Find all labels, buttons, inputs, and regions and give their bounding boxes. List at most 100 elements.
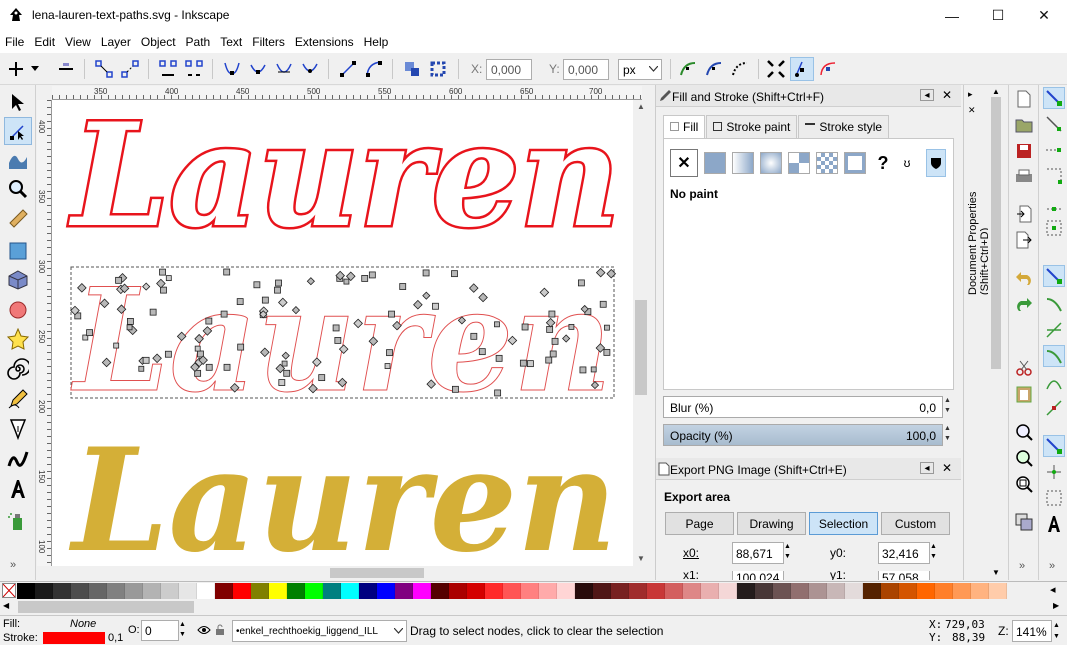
path-node[interactable]	[527, 360, 534, 368]
calligraphy-tool[interactable]	[4, 445, 32, 473]
palette-swatch[interactable]	[377, 583, 395, 599]
save-button[interactable]	[1013, 140, 1035, 162]
snap-smooth-nodes-button[interactable]	[1043, 371, 1065, 393]
zoom-drawing-button[interactable]	[1013, 447, 1035, 469]
palette-swatch[interactable]	[953, 583, 971, 599]
palette-swatch[interactable]	[881, 583, 899, 599]
path-node[interactable]	[142, 356, 150, 364]
palette-swatch[interactable]	[935, 583, 953, 599]
object-opacity-spin[interactable]: ▲ ▼	[179, 620, 188, 641]
path-node[interactable]	[603, 348, 611, 356]
delete-node-button[interactable]	[54, 57, 78, 81]
path-node[interactable]	[205, 363, 213, 371]
palette-swatch[interactable]	[539, 583, 557, 599]
path-node[interactable]	[332, 324, 340, 332]
panel-close-icon[interactable]: ✕	[942, 461, 952, 475]
palette-swatch[interactable]	[593, 583, 611, 599]
palette-swatch[interactable]	[251, 583, 269, 599]
palette-swatch[interactable]	[269, 583, 287, 599]
path-node[interactable]	[237, 343, 245, 351]
snap-nodes-button[interactable]	[1043, 265, 1065, 287]
snap-paths-button[interactable]	[1043, 293, 1065, 315]
path-node[interactable]	[223, 268, 231, 276]
maximize-button[interactable]: ☐	[975, 0, 1021, 31]
snap-intersections-button[interactable]	[1043, 319, 1065, 341]
menu-file[interactable]: File	[0, 31, 29, 53]
flat-color-button[interactable]	[704, 152, 726, 174]
path-node[interactable]	[275, 279, 282, 287]
palette-swatch[interactable]	[665, 583, 683, 599]
path-node[interactable]	[159, 268, 166, 276]
radial-gradient-button[interactable]	[760, 152, 782, 174]
path-node[interactable]	[126, 324, 133, 331]
menu-text[interactable]: Text	[215, 31, 247, 53]
snap-bbox-midpoints-button[interactable]	[1043, 191, 1065, 213]
menu-filters[interactable]: Filters	[247, 31, 290, 53]
show-mask-button[interactable]	[702, 57, 726, 81]
snap-text-baseline-button[interactable]	[1043, 513, 1065, 535]
path-node[interactable]	[343, 278, 350, 285]
path-node[interactable]	[86, 329, 93, 337]
show-handles-button[interactable]	[790, 57, 814, 81]
path-node[interactable]	[368, 271, 376, 279]
zoom-tool[interactable]	[4, 175, 32, 203]
palette-swatch[interactable]	[143, 583, 161, 599]
opacity-spin[interactable]: ▲ ▼	[944, 424, 954, 446]
snap-bbox-button[interactable]	[1043, 113, 1065, 135]
palette-scrollbar[interactable]: ◀ ▶	[0, 599, 1067, 615]
path-node[interactable]	[604, 324, 610, 331]
palette-swatch[interactable]	[755, 583, 773, 599]
unit-select[interactable]: px	[618, 59, 662, 80]
path-node[interactable]	[334, 337, 342, 344]
opacity-slider[interactable]: Opacity (%) 100,0	[663, 424, 943, 446]
palette-swatch[interactable]	[467, 583, 485, 599]
export-page-button[interactable]: Page	[665, 512, 734, 535]
segment-curve-button[interactable]	[362, 57, 386, 81]
spray-tool[interactable]	[4, 507, 32, 535]
show-path-effects-button[interactable]	[728, 57, 752, 81]
path-node[interactable]	[388, 310, 395, 318]
x1-input[interactable]: 100,024	[732, 571, 784, 580]
palette-swatch[interactable]	[611, 583, 629, 599]
path-node[interactable]	[236, 298, 244, 306]
palette-swatch[interactable]	[503, 583, 521, 599]
snap-cusp-nodes-button[interactable]	[1043, 345, 1065, 367]
star-tool[interactable]	[4, 325, 32, 353]
palette-swatch[interactable]	[35, 583, 53, 599]
palette-swatch[interactable]	[809, 583, 827, 599]
pen-tool[interactable]	[4, 415, 32, 443]
palette-swatch[interactable]	[557, 583, 575, 599]
measure-tool[interactable]	[4, 204, 32, 232]
menu-extensions[interactable]: Extensions	[290, 31, 359, 53]
export-selection-button[interactable]: Selection	[809, 512, 878, 535]
dock-scrollbar[interactable]: ▲ ▼	[988, 85, 1004, 580]
palette-swatch[interactable]	[629, 583, 647, 599]
snap-bbox-centers-button[interactable]	[1043, 217, 1065, 239]
blur-slider[interactable]: Blur (%) 0,0	[663, 396, 943, 418]
palette-menu-icon[interactable]: ◂	[1050, 583, 1056, 596]
close-button[interactable]: ✕	[1021, 0, 1067, 31]
palette-swatch[interactable]	[233, 583, 251, 599]
menu-view[interactable]: View	[60, 31, 96, 53]
snap-bbox-corners-button[interactable]	[1043, 165, 1065, 187]
node-y-input[interactable]: 0,000	[563, 59, 609, 80]
path-node[interactable]	[590, 366, 597, 373]
selector-tool[interactable]	[4, 88, 32, 116]
path-node[interactable]	[149, 308, 157, 316]
node-cusp-button[interactable]	[220, 57, 244, 81]
path-node[interactable]	[577, 279, 585, 287]
dock-arrow-icon[interactable]: ▸	[968, 89, 973, 100]
palette-swatch[interactable]	[413, 583, 431, 599]
x0-input[interactable]: 88,671	[732, 542, 784, 564]
path-node[interactable]	[165, 275, 172, 282]
pencil-tool[interactable]	[4, 385, 32, 413]
palette-swatch[interactable]	[107, 583, 125, 599]
insert-node-button[interactable]	[4, 57, 28, 81]
zoom-page-button[interactable]	[1013, 473, 1035, 495]
panel-close-icon[interactable]: ✕	[968, 105, 976, 116]
join-nodes-button[interactable]	[92, 57, 116, 81]
path-node[interactable]	[318, 374, 326, 382]
export-button[interactable]	[1013, 229, 1035, 251]
path-node[interactable]	[278, 379, 286, 386]
path-node[interactable]	[194, 345, 201, 352]
